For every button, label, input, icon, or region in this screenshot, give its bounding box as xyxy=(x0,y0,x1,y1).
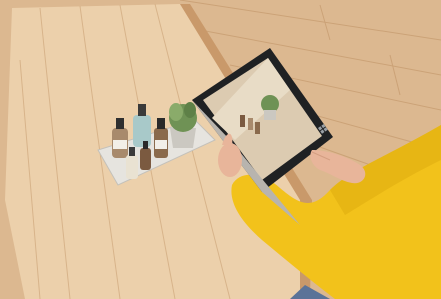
photo-frame xyxy=(0,0,441,299)
screen-bottle-2 xyxy=(248,118,253,130)
screen-pot xyxy=(264,110,276,120)
screen-bottle-1 xyxy=(240,115,245,127)
scene-illustration xyxy=(0,0,441,299)
potted-succulent xyxy=(169,102,197,148)
screen-bottle-3 xyxy=(255,122,260,134)
